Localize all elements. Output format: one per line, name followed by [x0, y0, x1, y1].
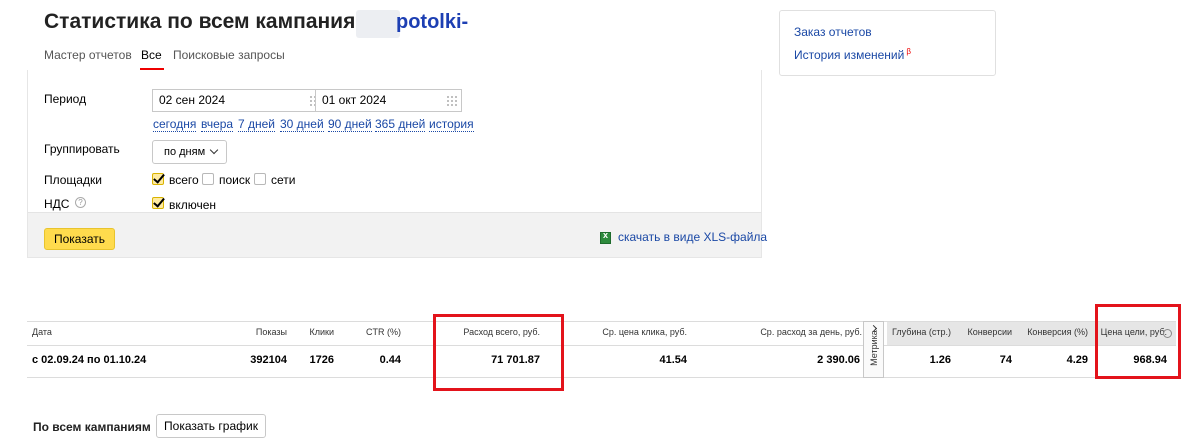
platform-all-label: всего [169, 173, 199, 187]
show-graph-button[interactable]: Показать график [156, 414, 266, 438]
group-label: Группировать [44, 142, 120, 156]
tab-search-queries[interactable]: Поисковые запросы [173, 48, 285, 62]
change-history-link[interactable]: История изменений β [794, 47, 911, 62]
range-today-link[interactable]: сегодня [153, 118, 197, 132]
help-icon[interactable]: ? [75, 197, 86, 208]
period-label: Период [44, 92, 87, 106]
tab-all[interactable]: Все [141, 48, 162, 62]
metrika-label: Метрика [869, 330, 879, 366]
table-divider [27, 345, 1176, 346]
platform-networks-label: сети [271, 173, 296, 187]
excel-icon [600, 230, 611, 244]
col-header-clicks[interactable]: Клики [287, 327, 335, 337]
row-ctr: 0.44 [379, 354, 401, 366]
col-header-conversion-rate[interactable]: Конверсия (%) [1017, 327, 1088, 337]
row-conversion-rate: 4.29 [1066, 354, 1088, 366]
range-30days-link[interactable]: 30 дней [280, 118, 324, 132]
group-by-select[interactable]: по дням [152, 140, 227, 164]
domain-label: potolki- [396, 11, 469, 33]
goal-cost-highlight [1095, 304, 1181, 379]
reports-links-box: Заказ отчетов История изменений β [779, 10, 996, 76]
range-history-link[interactable]: история [429, 118, 474, 132]
platform-search-checkbox[interactable] [202, 173, 214, 185]
col-header-conversions[interactable]: Конверсии [957, 327, 1012, 337]
platform-search-label: поиск [219, 173, 251, 187]
vat-checkbox[interactable] [152, 197, 164, 209]
col-header-avg-cpc[interactable]: Ср. цена клика, руб. [567, 327, 687, 337]
download-xls-link[interactable]: скачать в виде XLS-файла [618, 230, 767, 244]
redacted-region [356, 10, 400, 38]
range-365days-link[interactable]: 365 дней [375, 118, 426, 132]
row-date: с 02.09.24 по 01.10.24 [32, 354, 147, 366]
order-reports-link[interactable]: Заказ отчетов [794, 25, 872, 39]
range-yesterday-link[interactable]: вчера [201, 118, 234, 132]
group-by-value: по дням [164, 146, 206, 158]
col-header-depth[interactable]: Глубина (стр.) [887, 327, 951, 337]
col-header-date[interactable]: Дата [32, 327, 52, 337]
date-from-input[interactable]: 02 сен 2024 [152, 89, 325, 112]
calendar-icon[interactable] [446, 95, 457, 106]
col-header-avg-daily-spend[interactable]: Ср. расход за день, руб. [707, 327, 862, 337]
row-clicks: 1726 [309, 354, 334, 366]
platform-all-checkbox[interactable] [152, 173, 164, 185]
row-depth: 1.26 [929, 354, 951, 366]
show-button[interactable]: Показать [44, 228, 115, 250]
row-avg-daily-spend: 2 390.06 [817, 354, 860, 366]
platforms-label: Площадки [44, 173, 102, 187]
row-avg-cpc: 41.54 [659, 354, 687, 366]
vat-label: НДС [44, 197, 70, 211]
range-90days-link[interactable]: 90 дней [328, 118, 372, 132]
vat-option-label: включен [169, 198, 217, 212]
metrika-toggle[interactable]: Метрика [863, 321, 884, 378]
date-from-value: 02 сен 2024 [159, 93, 226, 107]
row-conversions: 74 [999, 354, 1012, 366]
row-impressions: 392104 [250, 354, 287, 366]
col-header-impressions[interactable]: Показы [227, 327, 287, 337]
col-header-ctr[interactable]: CTR (%) [347, 327, 401, 337]
redacted-overlay [476, 0, 626, 44]
stats-table: Дата Показы Клики CTR (%) Расход всего, … [27, 321, 1176, 378]
date-to-value: 01 окт 2024 [322, 93, 387, 107]
page-title: Статистика по всем кампаниям [44, 10, 371, 33]
all-campaigns-label: По всем кампаниям [33, 420, 151, 434]
report-settings-panel: Период 02 сен 2024 01 окт 2024 сегодня в… [27, 70, 767, 258]
tab-report-master[interactable]: Мастер отчетов [44, 48, 132, 62]
range-7days-link[interactable]: 7 дней [238, 118, 276, 132]
beta-badge: β [906, 47, 911, 56]
chevron-down-icon [209, 145, 219, 155]
platform-networks-checkbox[interactable] [254, 173, 266, 185]
date-to-input[interactable]: 01 окт 2024 [315, 89, 462, 112]
change-history-label: История изменений [794, 48, 905, 62]
spend-total-highlight [433, 314, 564, 391]
table-divider [27, 377, 1176, 378]
